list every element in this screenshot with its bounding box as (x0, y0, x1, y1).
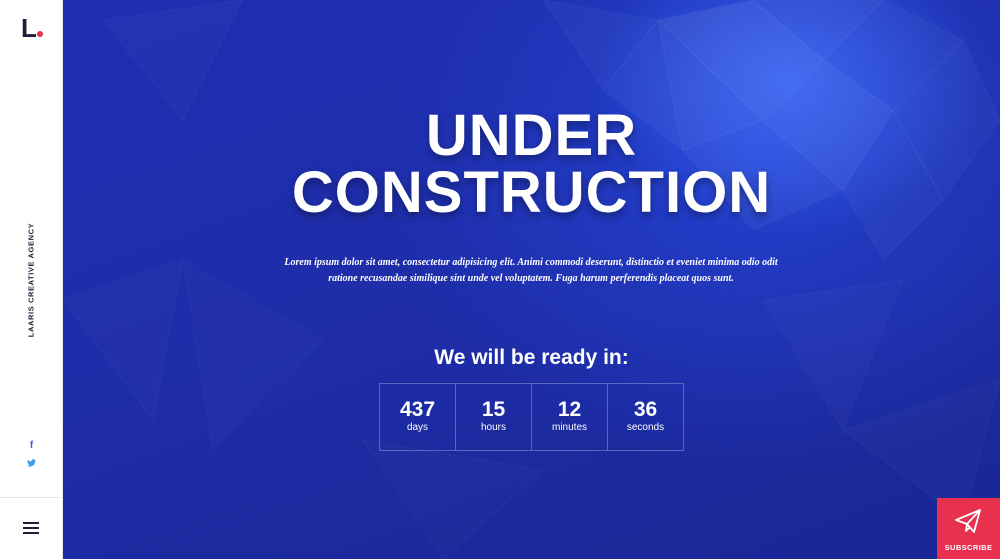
countdown-value: 12 (557, 398, 582, 421)
headline-line-2: CONSTRUCTION (291, 160, 772, 225)
twitter-bird-icon (27, 459, 36, 467)
facebook-icon[interactable]: f (0, 440, 63, 451)
headline-line-1: UNDER (425, 103, 638, 168)
countdown-heading: We will be ready in: (434, 346, 629, 369)
countdown-value: 36 (633, 398, 658, 421)
sidebar: L LAARIS CREATIVE AGENCY f (0, 0, 63, 559)
sidebar-divider (0, 497, 63, 498)
countdown-value: 15 (481, 398, 506, 421)
hero-section: UNDER CONSTRUCTION Lorem ipsum dolor sit… (63, 0, 1000, 559)
paper-plane-icon (955, 509, 981, 533)
countdown-timer: 437 days 15 hours 12 minutes 36 seconds (379, 383, 684, 451)
hamburger-menu-icon[interactable] (23, 522, 39, 534)
countdown-days: 437 days (380, 384, 456, 450)
countdown-label: seconds (626, 422, 665, 433)
logo-dot (36, 31, 43, 37)
countdown-seconds: 36 seconds (608, 384, 683, 450)
menu-bar (23, 522, 39, 524)
menu-bar (23, 527, 39, 529)
countdown-label: minutes (551, 422, 587, 433)
logo-letter: L (21, 13, 37, 43)
countdown-label: days (406, 422, 429, 433)
intro-paragraph: Lorem ipsum dolor sit amet, consectetur … (284, 257, 778, 284)
countdown-hours: 15 hours (456, 384, 532, 450)
countdown-value: 437 (399, 398, 436, 421)
logo[interactable]: L (21, 15, 43, 41)
subscribe-label: SUBSCRIBE (944, 543, 993, 552)
subscribe-button[interactable]: SUBSCRIBE (937, 498, 1000, 559)
twitter-icon[interactable] (0, 459, 63, 470)
countdown-minutes: 12 minutes (532, 384, 608, 450)
agency-tagline: LAARIS CREATIVE AGENCY (26, 222, 36, 338)
menu-bar (23, 532, 39, 534)
countdown-label: hours (480, 422, 506, 433)
